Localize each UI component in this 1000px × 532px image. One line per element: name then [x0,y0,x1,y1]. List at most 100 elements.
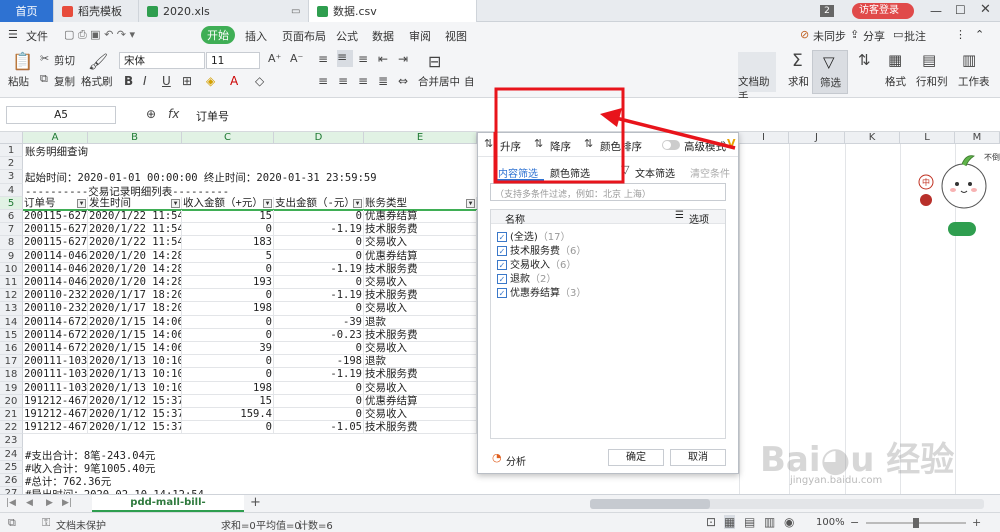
options-button[interactable]: 选项 [689,211,709,226]
decrease-font-icon[interactable]: A⁻ [290,52,303,65]
order-id-cell[interactable]: 200114-0464 [23,276,88,290]
analyze-button[interactable]: 分析 [506,453,526,468]
account-type-cell[interactable]: 技术服务费 [364,223,477,237]
first-sheet-icon[interactable]: |◀ [6,498,16,508]
row-header[interactable]: 23 [0,434,23,448]
row-header[interactable]: 18 [0,368,23,382]
formula-input[interactable]: 订单号 [196,108,229,124]
auto-wrap-button[interactable]: 自 [464,74,475,89]
account-type-cell[interactable]: 退款 [364,355,477,369]
order-id-cell[interactable]: 200114-0464 [23,249,88,263]
menu-share[interactable]: 分享 [863,28,885,44]
time-cell[interactable]: 2020/1/17 18:20 [88,302,182,316]
order-id-cell[interactable]: 191212-4673 [23,394,88,408]
tab-home[interactable]: 首页 [0,0,54,22]
merge-center-button[interactable]: 合并居中 [418,74,460,89]
expense-cell[interactable]: 0 [274,342,364,356]
expense-cell[interactable]: 0 [274,276,364,290]
column-header-cell[interactable]: 支出金额（-元） ▼ [274,196,364,210]
normal-view-icon[interactable]: ▦ [724,515,736,529]
text-filter-button[interactable]: 文本筛选 [635,165,675,180]
row-header[interactable]: 25 [0,460,23,474]
eye-protection-icon[interactable]: ◉ [784,515,794,529]
income-cell[interactable]: 198 [182,381,274,395]
format-icon[interactable]: ▦ [888,51,902,69]
maximize-icon[interactable]: ☐ [955,3,966,17]
column-header-cell[interactable]: 订单号 ▼ [23,196,88,210]
checkbox-checked-icon[interactable]: ✓ [497,274,507,284]
filter-item[interactable]: ✓ 退款（2） [497,270,556,285]
time-cell[interactable]: 2020/1/20 14:28 [88,249,182,263]
format-painter-button[interactable]: 格式刷 [81,74,113,89]
zoom-out-icon[interactable]: − [850,516,859,529]
clear-conditions-button[interactable]: 清空条件 [690,165,730,180]
order-id-cell[interactable]: 191212-4673 [23,408,88,422]
expense-cell[interactable]: -0.23 [274,328,364,342]
order-id-cell[interactable]: 200114-6721 [23,342,88,356]
time-cell[interactable]: 2020/1/15 14:06 [88,315,182,329]
menu-review[interactable]: 审阅 [409,28,431,44]
expense-cell[interactable]: 0 [274,302,364,316]
menu-page-layout[interactable]: 页面布局 [282,28,326,44]
checkbox-checked-icon[interactable]: ✓ [497,288,507,298]
mascot-toggle[interactable] [948,222,976,236]
filter-dropdown-icon[interactable]: ▼ [171,198,180,208]
order-id-cell[interactable]: 200111-1036 [23,368,88,382]
align-right-icon[interactable]: ≡ [358,74,368,88]
row-header[interactable]: 21 [0,408,23,422]
tab-docer[interactable]: 稻壳模板 [54,0,139,22]
fx-icon[interactable]: fx [168,107,179,121]
account-type-cell[interactable]: 退款 [364,315,477,329]
filter-search-input[interactable]: （支持多条件过滤，例如：北京 上海） [490,183,726,201]
income-cell[interactable]: 15 [182,394,274,408]
account-type-cell[interactable]: 技术服务费 [364,421,477,435]
order-id-cell[interactable]: 200111-1036 [23,381,88,395]
account-type-cell[interactable]: 技术服务费 [364,368,477,382]
order-id-cell[interactable]: 200115-6275 [23,223,88,237]
col-header-j[interactable]: J [789,132,845,144]
window-count-badge[interactable]: 2 [820,5,834,17]
border-icon[interactable]: ⊞ [182,74,192,88]
indent-icon[interactable]: ⇤ [378,52,388,66]
rows-cols-button[interactable]: 行和列 [916,74,948,89]
zoom-slider[interactable] [866,518,966,528]
zoom-level[interactable]: 100% [816,517,845,528]
zoom-icon[interactable]: ⊕ [146,107,156,121]
increase-font-icon[interactable]: A⁺ [268,52,281,65]
quick-access-icons[interactable]: ▢ ⎙ ▣ ↶ ↷ ▾ [64,28,135,42]
col-header-m[interactable]: M [955,132,1000,144]
align-center-icon[interactable]: ≡ [338,74,348,88]
row-header[interactable]: 27 [0,487,23,494]
ok-button[interactable]: 确定 [608,449,664,466]
order-id-cell[interactable]: 200114-0464 [23,262,88,276]
prev-sheet-icon[interactable]: ◀ [26,498,33,508]
time-cell[interactable]: 2020/1/13 10:10 [88,381,182,395]
row-header[interactable]: 3 [0,170,23,184]
income-cell[interactable]: 15 [182,210,274,224]
expense-cell[interactable]: 0 [274,236,364,250]
row-header[interactable]: 12 [0,289,23,303]
cut-icon[interactable]: ✂ [40,52,49,65]
filter-button[interactable]: ▽ 筛选 [812,50,848,94]
time-cell[interactable]: 2020/1/20 14:28 [88,276,182,290]
filter-item[interactable]: ✓ 优惠券结算（3） [497,284,586,299]
distribute-icon[interactable]: ⇔ [398,74,408,88]
col-header-c[interactable]: C [182,132,274,144]
filter-dropdown-icon[interactable]: ▼ [466,198,475,208]
checkbox-checked-icon[interactable]: ✓ [497,246,507,256]
sum-icon[interactable]: Σ [792,51,803,71]
expense-cell[interactable]: -1.19 [274,262,364,276]
account-type-cell[interactable]: 交易收入 [364,381,477,395]
column-header-cell[interactable]: 收入金额（+元） ▼ [182,196,274,210]
filter-dropdown-icon[interactable]: ▼ [263,198,272,208]
time-cell[interactable]: 2020/1/12 15:37 [88,421,182,435]
expense-cell[interactable]: -1.05 [274,421,364,435]
doc-helper-button[interactable]: 文档助手 [738,52,776,103]
mascot-sticker[interactable]: 中 不倒 [918,150,1000,218]
macro-icon[interactable]: ⧉ [8,516,16,530]
checkbox-checked-icon[interactable]: ✓ [497,260,507,270]
tab-2020-xls[interactable]: 2020.xls ▭ [139,0,309,22]
spreadsheet-grid[interactable]: A B C D E F H I J K L M 1234567891011121… [0,132,1000,494]
menu-icon[interactable]: ☰ [8,28,18,41]
expense-cell[interactable]: 0 [274,210,364,224]
